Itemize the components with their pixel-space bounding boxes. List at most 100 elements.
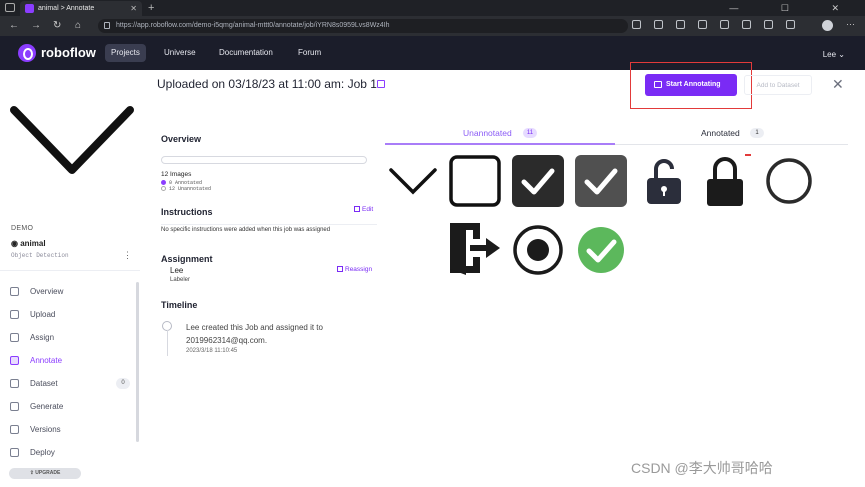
reassign-link[interactable]: Reassign: [337, 266, 372, 273]
browser-profile-icon[interactable]: [822, 20, 833, 31]
sidebar-item-label: Annotate: [30, 356, 63, 365]
annotate-tool-icon: [654, 81, 662, 88]
annotated-dot-icon: [161, 180, 166, 185]
project-options-icon[interactable]: ⋮: [123, 250, 132, 261]
unannotated-dot-icon: [161, 186, 166, 191]
browser-tab-bar: animal > Annotate ✕ + — ☐ ✕: [0, 0, 865, 16]
empty-checkbox-icon[interactable]: [448, 154, 502, 208]
browser-tab[interactable]: animal > Annotate ✕: [20, 1, 142, 16]
project-name[interactable]: ◉ animal: [11, 239, 46, 248]
sidebar-item-annotate[interactable]: Annotate: [10, 349, 136, 372]
assignment-heading: Assignment: [161, 254, 213, 264]
split-icon: [720, 20, 729, 29]
tab-unannotated[interactable]: Unannotated: [463, 128, 512, 138]
window-controls[interactable]: — ☐ ✕: [729, 0, 859, 16]
instructions-heading: Instructions: [161, 207, 213, 217]
annotated-tab-count: 1: [750, 128, 764, 138]
empty-circle-icon[interactable]: [762, 154, 816, 208]
edit-label: Edit: [362, 206, 374, 213]
unlocked-padlock-image: [647, 159, 681, 204]
url-input[interactable]: https://app.roboflow.com/demo-i5qmg/anim…: [98, 19, 628, 33]
nav-projects[interactable]: Projects: [105, 44, 146, 62]
sidebar-menu: Overview Upload Assign Annotate Dataset 0…: [10, 280, 136, 464]
active-tab-indicator: [385, 143, 615, 145]
green-check-circle-image: [578, 227, 624, 273]
overview-icon: [10, 287, 19, 296]
checked-box-gray-icon[interactable]: [574, 154, 628, 208]
back-arrow-icon[interactable]: ←: [9, 19, 19, 33]
browser-toolbar-icons[interactable]: [632, 20, 808, 31]
forward-arrow-icon[interactable]: →: [31, 19, 41, 33]
roboflow-favicon-icon: [25, 4, 34, 13]
address-bar: ← → ↻ ⌂ https://app.roboflow.com/demo-i5…: [0, 16, 865, 36]
generate-icon: [10, 402, 19, 411]
image-count: 12 Images: [161, 171, 192, 178]
pencil-icon: [354, 206, 360, 212]
locked-padlock-icon[interactable]: [698, 154, 752, 208]
job-title: Uploaded on 03/18/23 at 11:00 am: Job 1: [157, 77, 377, 91]
empty-checkbox-image: [449, 155, 501, 207]
unannotated-count: 12 Unannotated: [169, 186, 212, 192]
annotation-progress-bar: [161, 156, 367, 164]
add-to-dataset-button[interactable]: Add to Dataset: [744, 75, 812, 95]
sidebar-item-generate[interactable]: Generate: [10, 395, 136, 418]
tab-annotated[interactable]: Annotated: [701, 128, 740, 138]
nav-forum[interactable]: Forum: [292, 44, 327, 62]
close-tab-icon[interactable]: ✕: [130, 1, 137, 16]
start-annotating-label: Start Annotating: [666, 81, 721, 88]
sidebar: DEMO ◉ animal Object Detection ⋮ Overvie…: [0, 70, 140, 487]
sidebar-item-label: Versions: [30, 425, 61, 434]
upgrade-button[interactable]: ⇪ UPGRADE: [9, 468, 81, 479]
browser-tab-title: animal > Annotate: [38, 5, 95, 12]
sidebar-item-versions[interactable]: Versions: [10, 418, 136, 441]
roboflow-logo-text[interactable]: roboflow: [41, 45, 96, 60]
dataset-icon: [10, 379, 19, 388]
reload-icon[interactable]: ↻: [53, 19, 61, 33]
nav-universe[interactable]: Universe: [158, 44, 202, 62]
edit-instructions-link[interactable]: Edit: [354, 206, 373, 213]
extension-icon: [698, 20, 707, 29]
unlocked-padlock-icon[interactable]: [637, 154, 691, 208]
timeline-timestamp: 2023/3/18 11:10:45: [186, 348, 238, 354]
sidebar-item-assign[interactable]: Assign: [10, 326, 136, 349]
sidebar-item-dataset[interactable]: Dataset 0: [10, 372, 136, 395]
overview-heading: Overview: [161, 134, 202, 144]
checked-box-dark-icon[interactable]: [511, 154, 565, 208]
checked-box-dark-image: [512, 155, 564, 207]
upload-icon: [10, 310, 19, 319]
chevron-down-image: [389, 168, 437, 195]
user-menu[interactable]: Lee ⌄: [823, 50, 845, 59]
start-annotating-button[interactable]: Start Annotating: [645, 74, 737, 96]
browser-menu-icon[interactable]: ···: [846, 19, 855, 29]
edit-title-icon[interactable]: [377, 80, 385, 88]
empty-circle-image: [766, 158, 812, 204]
sidebar-item-deploy[interactable]: Deploy: [10, 441, 136, 464]
new-tab-button[interactable]: +: [148, 0, 154, 16]
radio-selected-icon[interactable]: [511, 223, 565, 277]
sidebar-item-upload[interactable]: Upload: [10, 303, 136, 326]
sidebar-item-label: Assign: [30, 333, 55, 342]
assign-icon: [10, 333, 19, 342]
sidebar-item-label: Deploy: [30, 448, 55, 457]
sidebar-item-overview[interactable]: Overview: [10, 280, 136, 303]
green-check-circle-icon[interactable]: [574, 223, 628, 277]
deploy-icon: [10, 448, 19, 457]
zoom-icon: [654, 20, 663, 29]
sidebar-item-label: Generate: [30, 402, 64, 411]
home-icon[interactable]: ⌂: [75, 19, 81, 33]
instructions-text: No specific instructions were added when…: [161, 224, 377, 233]
exit-door-icon[interactable]: [448, 221, 502, 275]
chevron-down-icon[interactable]: [386, 154, 440, 208]
nav-documentation[interactable]: Documentation: [213, 44, 279, 62]
unannotated-legend: 12 Unannotated: [161, 186, 211, 192]
roboflow-logo-icon[interactable]: [18, 44, 36, 62]
close-icon[interactable]: ✕: [832, 76, 844, 93]
favorite-icon: [676, 20, 685, 29]
window-menu-icon[interactable]: [5, 3, 15, 12]
timeline-entry: Lee created this Job and assigned it to …: [186, 323, 323, 345]
sidebar-scrollbar[interactable]: [136, 282, 139, 442]
reassign-label: Reassign: [345, 266, 373, 273]
timeline-heading: Timeline: [161, 300, 198, 310]
checked-box-gray-image: [575, 155, 627, 207]
refresh-ext-icon: [742, 20, 751, 29]
